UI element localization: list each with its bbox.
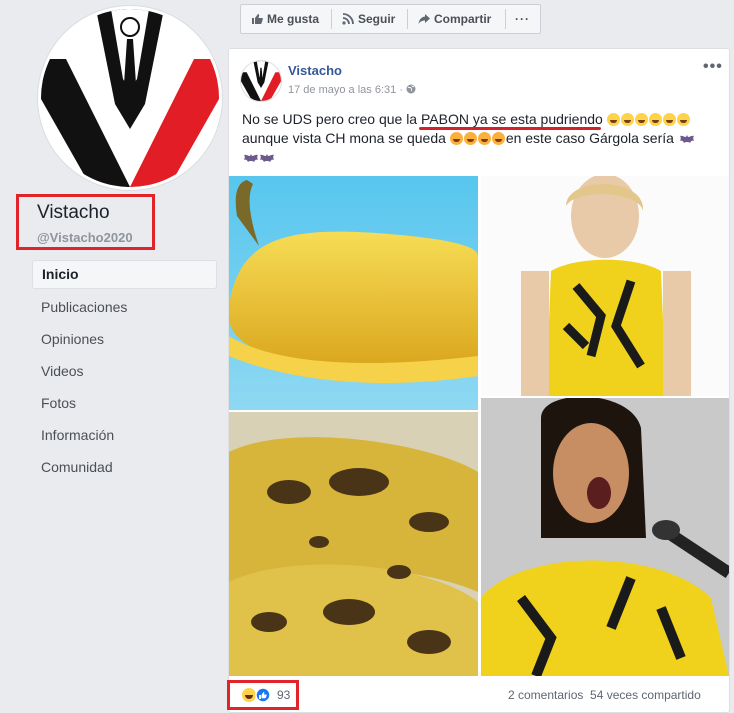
time-separator: · (399, 84, 403, 96)
nav-item-inicio[interactable]: Inicio (32, 260, 217, 289)
more-actions-button[interactable]: ··· (515, 5, 530, 33)
nav-item-comunidad[interactable]: Comunidad (32, 453, 217, 482)
banana-image (229, 176, 478, 410)
rss-icon (342, 13, 354, 25)
haha-like-reaction-icon (242, 687, 271, 703)
grinning-emoji-icon (449, 130, 506, 146)
post-timestamp[interactable]: 17 de mayo a las 6:31 · (288, 84, 416, 96)
post-stats: 2 comentarios 54 veces compartido (508, 688, 701, 702)
nav-item-informacion[interactable]: Información (32, 421, 217, 450)
page-handle[interactable]: @Vistacho2020 (37, 230, 133, 245)
bat-emoji-icon (679, 135, 694, 143)
nav-item-publicaciones[interactable]: Publicaciones (32, 293, 217, 322)
photo-woman-smiling[interactable] (481, 176, 729, 396)
laughing-emoji-icon (606, 111, 691, 127)
rotten-banana-image (229, 412, 478, 676)
post-author-name[interactable]: Vistacho (288, 63, 342, 78)
post-time-text: 17 de mayo a las 6:31 (288, 84, 397, 96)
reactions-count[interactable]: 93 (277, 688, 290, 702)
follow-button[interactable]: Seguir (342, 5, 395, 33)
woman-singing-image (481, 398, 729, 676)
like-button[interactable]: Me gusta (251, 5, 319, 33)
globe-icon (406, 84, 416, 94)
red-underline-annotation (419, 127, 601, 130)
photo-fresh-banana[interactable] (229, 176, 478, 410)
photo-rotting-banana[interactable] (229, 412, 478, 676)
page-profile-picture[interactable] (38, 6, 222, 190)
like-button-label: Me gusta (267, 12, 320, 26)
comments-count[interactable]: 2 comentarios (508, 688, 583, 702)
follow-button-label: Seguir (358, 12, 396, 26)
post-text-part2: aunque vista CH mona se queda (242, 130, 446, 146)
share-button[interactable]: Compartir (418, 5, 491, 33)
thumbs-up-icon (252, 14, 263, 24)
post-options-button[interactable]: ••• (703, 58, 723, 76)
divider (407, 9, 408, 29)
vistacho-logo (241, 61, 281, 101)
vistacho-logo (41, 9, 219, 187)
share-arrow-icon (418, 14, 430, 24)
divider (331, 9, 332, 29)
nav-item-opiniones[interactable]: Opiniones (32, 325, 217, 354)
bat-emoji-icon (260, 154, 274, 162)
post-text-part3: en este caso Gárgola sería (505, 130, 674, 146)
woman-yellow-dress-image (481, 176, 729, 396)
post-text: No se UDS pero creo que la PABON ya se e… (242, 110, 718, 167)
nav-item-fotos[interactable]: Fotos (32, 389, 217, 418)
reactions-icons[interactable] (241, 687, 275, 703)
nav-item-videos[interactable]: Videos (32, 357, 217, 386)
page-name[interactable]: Vistacho (37, 202, 110, 224)
photo-woman-singing[interactable] (481, 398, 729, 676)
post-text-underlined: PABON ya se esta pudriendo (420, 111, 603, 127)
page-action-bar: Me gusta Seguir Compartir ··· (240, 4, 541, 34)
share-button-label: Compartir (434, 12, 492, 26)
divider (505, 9, 506, 29)
post-author-avatar[interactable] (240, 60, 282, 102)
post-text-part1: No se UDS pero creo que la (242, 111, 421, 127)
shares-count[interactable]: 54 veces compartido (590, 688, 701, 702)
bat-emoji-icon (244, 154, 258, 162)
